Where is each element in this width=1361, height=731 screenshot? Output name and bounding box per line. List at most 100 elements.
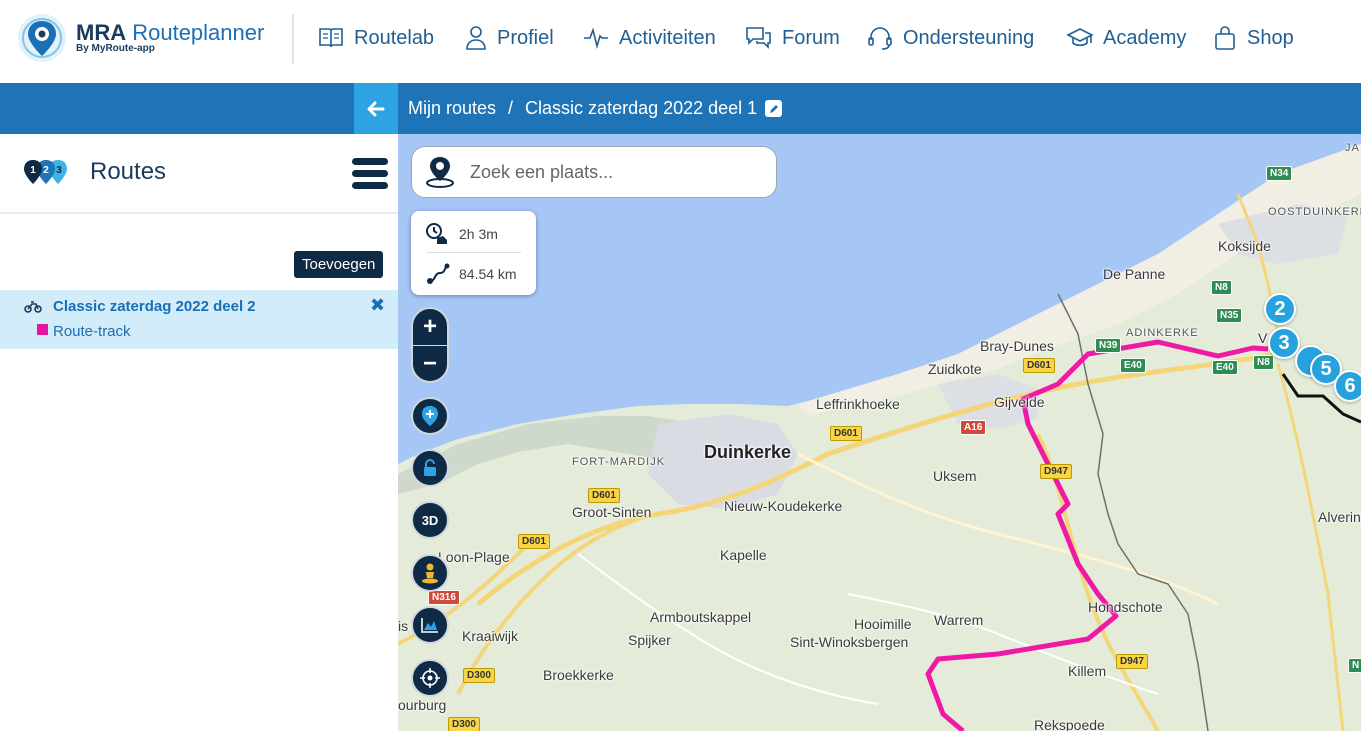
nav-academy[interactable]: Academy: [1067, 20, 1186, 56]
waypoint-marker[interactable]: 6: [1334, 370, 1361, 402]
road-shield: N34: [1266, 166, 1293, 181]
place-label: Gijvelde: [994, 394, 1045, 410]
nav-activiteiten[interactable]: Activiteiten: [583, 20, 716, 56]
svg-text:1: 1: [30, 165, 36, 176]
toggle-3d-button[interactable]: 3D: [411, 501, 449, 539]
place-label: Sint-Winoksbergen: [790, 634, 909, 650]
headset-icon: [868, 27, 892, 50]
route-name: Classic zaterdag 2022 deel 2: [53, 298, 256, 315]
svg-text:3: 3: [56, 165, 62, 176]
map-pin-globe-icon: [426, 157, 454, 188]
place-search-box: [411, 146, 777, 198]
road-shield: N8: [1253, 355, 1274, 370]
logo-pin-icon: [18, 14, 66, 62]
locate-me-button[interactable]: [411, 659, 449, 697]
place-label: Bray-Dunes: [980, 338, 1054, 354]
book-icon: [319, 28, 343, 48]
zoom-in-button[interactable]: +: [413, 309, 447, 345]
route-header-bar: Mijn routes / Classic zaterdag 2022 deel…: [0, 83, 1361, 134]
stopwatch-rider-icon: [426, 223, 447, 244]
route-stats-panel: 2h 3m 84.54 km: [411, 211, 536, 295]
breadcrumb-parent[interactable]: Mijn routes: [408, 98, 496, 119]
waypoint-marker[interactable]: 2: [1264, 293, 1296, 325]
route-list-item[interactable]: Classic zaterdag 2022 deel 2 ✖ Route-tra…: [0, 290, 398, 349]
place-label: Uksem: [933, 468, 977, 484]
road-shield: D601: [588, 488, 620, 503]
nav-forum[interactable]: Forum: [745, 20, 840, 56]
place-label: Hondschote: [1088, 599, 1163, 615]
place-label: Groot-Sinten: [572, 504, 652, 520]
graduation-cap-icon: [1067, 28, 1093, 47]
shopping-bag-icon: [1215, 26, 1235, 50]
distance-value: 84.54 km: [459, 266, 517, 282]
place-label: V: [1258, 330, 1268, 346]
duration-row: 2h 3m: [425, 219, 498, 249]
road-shield: A16: [960, 420, 987, 435]
user-icon: [466, 26, 486, 50]
place-label: Warrem: [934, 612, 984, 628]
place-search-input[interactable]: [470, 161, 750, 183]
road-shield: D601: [518, 534, 550, 549]
sidebar-header: 1 2 3 Routes: [0, 134, 398, 214]
road-shield: D300: [463, 668, 495, 683]
nav-label: Routelab: [354, 26, 435, 49]
place-label: Killem: [1068, 663, 1107, 679]
logo-divider: [292, 14, 294, 64]
road-shield: N39: [1095, 338, 1122, 353]
street-view-button[interactable]: [411, 554, 449, 592]
zoom-out-button[interactable]: −: [413, 346, 447, 382]
road-shield: E40: [1212, 360, 1238, 375]
nav-shop[interactable]: Shop: [1213, 20, 1294, 56]
routes-numbered-pins-icon: 1 2 3: [24, 160, 67, 184]
place-label: Spijker: [628, 632, 671, 648]
add-route-button[interactable]: Toevoegen: [294, 251, 384, 278]
elevation-profile-button[interactable]: [411, 606, 449, 644]
top-navigation: MRA Routeplanner By MyRoute-app Routelab…: [0, 0, 1361, 83]
breadcrumb: Mijn routes / Classic zaterdag 2022 deel…: [408, 83, 783, 134]
app-tagline: By MyRoute-app: [76, 43, 155, 54]
place-label: Koksijde: [1218, 238, 1271, 254]
place-label: Broekkerke: [543, 667, 614, 683]
breadcrumb-current: Classic zaterdag 2022 deel 1: [525, 98, 758, 118]
nav-label: Activiteiten: [619, 26, 716, 49]
place-label: ourburg: [398, 697, 447, 713]
place-label: Hooimille: [854, 616, 912, 632]
zoom-control: + −: [411, 307, 449, 383]
add-waypoint-button[interactable]: [411, 397, 449, 435]
app-logo[interactable]: MRA Routeplanner By MyRoute-app: [16, 12, 276, 64]
nav-label: Profiel: [497, 26, 554, 49]
collapse-sidebar-button[interactable]: [354, 83, 398, 134]
place-label: De Panne: [1103, 266, 1166, 282]
lock-icon: [424, 459, 436, 476]
place-label: Alverin: [1318, 509, 1361, 525]
locate-icon: [420, 668, 440, 688]
place-label: is: [398, 618, 409, 634]
hamburger-menu-icon[interactable]: [352, 158, 388, 190]
street-view-icon: [422, 563, 438, 584]
road-shield: E40: [1120, 358, 1146, 373]
place-label: Rekspoede: [1034, 717, 1105, 731]
place-label: Leffrinkhoeke: [816, 396, 900, 412]
road-shield: N: [1348, 658, 1361, 673]
elevation-chart-icon: [421, 618, 438, 633]
arrow-left-icon: [367, 101, 385, 116]
map-canvas[interactable]: Duinkerke FORT-MARDIJK Groot-Sinten Nieu…: [398, 134, 1361, 731]
nav-ondersteuning[interactable]: Ondersteuning: [867, 20, 1034, 56]
road-shield: D601: [1023, 358, 1055, 373]
svg-text:2: 2: [43, 165, 49, 176]
edit-pencil-icon[interactable]: [765, 100, 783, 117]
remove-route-close-icon[interactable]: ✖: [370, 295, 385, 316]
road-shield: D947: [1040, 464, 1072, 479]
pulse-icon: [584, 27, 608, 49]
road-shield: N316: [428, 590, 460, 605]
place-label: Armboutskappel: [650, 609, 752, 625]
road-shield: D947: [1116, 654, 1148, 669]
road-shield: N35: [1216, 308, 1243, 323]
nav-routelab[interactable]: Routelab: [318, 20, 434, 56]
route-track-label[interactable]: Route-track: [53, 323, 131, 340]
road-shield: D300: [448, 717, 480, 731]
place-label: FORT-MARDIJK: [572, 456, 666, 468]
lock-map-button[interactable]: [411, 449, 449, 487]
nav-profiel[interactable]: Profiel: [465, 20, 554, 56]
road-shield: N8: [1211, 280, 1232, 295]
